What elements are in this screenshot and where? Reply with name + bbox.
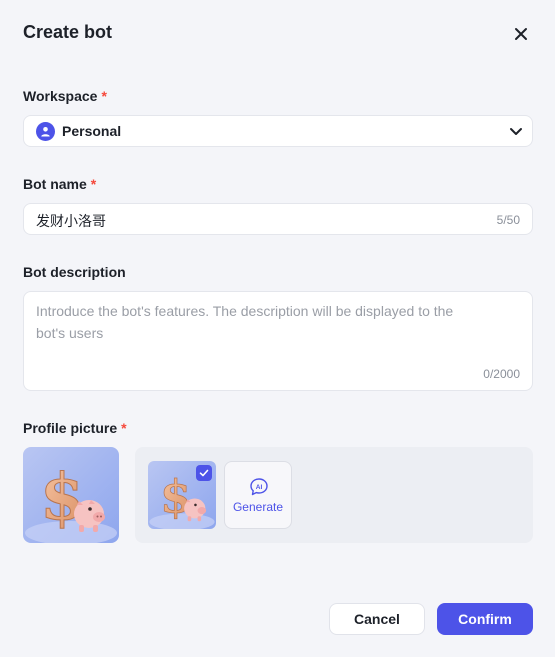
required-mark: * <box>121 420 127 436</box>
close-button[interactable] <box>510 23 532 45</box>
bot-description-counter: 0/2000 <box>483 367 520 381</box>
generate-label: Generate <box>232 500 284 514</box>
bot-name-label: Bot name * <box>23 176 96 192</box>
close-icon <box>515 28 527 40</box>
svg-text:AI: AI <box>256 484 263 491</box>
bot-description-label: Bot description <box>23 264 126 280</box>
ai-sparkle-icon: AI <box>250 478 268 496</box>
chevron-down-icon <box>510 128 522 135</box>
user-avatar-icon <box>36 122 55 141</box>
profile-picture-label: Profile picture * <box>23 420 127 436</box>
bot-name-input[interactable]: 发财小洛哥 5/50 <box>23 203 533 235</box>
bot-name-counter: 5/50 <box>496 213 520 227</box>
bot-name-value: 发财小洛哥 <box>36 214 106 230</box>
workspace-label: Workspace * <box>23 88 107 104</box>
bot-description-label-text: Bot description <box>23 264 126 280</box>
create-bot-dialog: Create bot Workspace * Personal Bot name *… <box>0 0 555 657</box>
workspace-select[interactable]: Personal <box>23 115 533 147</box>
bot-description-placeholder: Introduce the bot's features. The descri… <box>36 303 454 341</box>
profile-picture-label-text: Profile picture <box>23 420 118 436</box>
profile-picture-option[interactable]: $ <box>148 461 216 529</box>
required-mark: * <box>101 88 107 104</box>
confirm-button[interactable]: Confirm <box>437 603 533 635</box>
workspace-label-text: Workspace <box>23 88 98 104</box>
profile-picture-options: $ AI Generate <box>135 447 533 543</box>
checkmark-icon <box>196 465 212 481</box>
profile-picture-preview: $ <box>23 447 119 543</box>
required-mark: * <box>90 176 97 192</box>
cancel-button[interactable]: Cancel <box>329 603 425 635</box>
generate-button[interactable]: AI Generate <box>224 461 292 529</box>
workspace-value: Personal <box>62 123 122 139</box>
dollar-sign-piggy-bank-image: $ <box>23 447 119 543</box>
bot-description-textarea[interactable]: Introduce the bot's features. The descri… <box>23 291 533 391</box>
dialog-title: Create bot <box>23 22 113 42</box>
svg-text:$: $ <box>40 460 85 535</box>
bot-name-label-text: Bot name <box>23 176 87 192</box>
